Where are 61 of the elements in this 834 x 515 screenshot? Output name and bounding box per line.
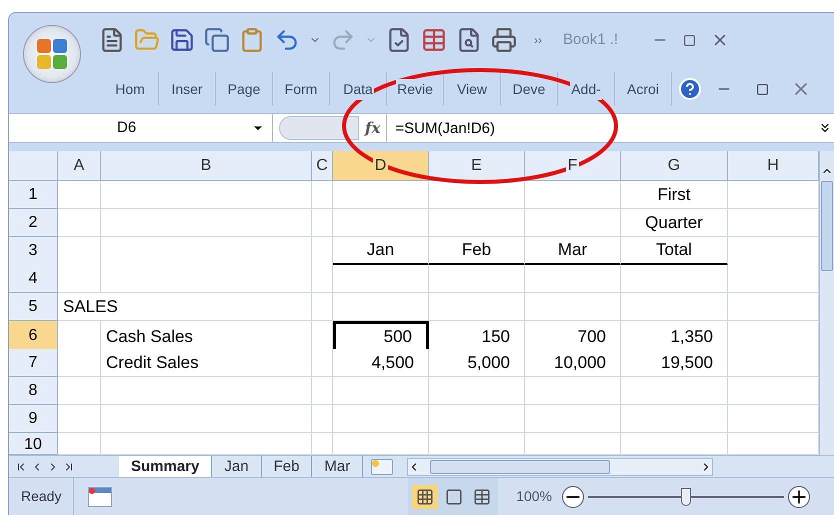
column-header[interactable]: E (429, 151, 525, 181)
insert-function-button[interactable]: fx (359, 116, 386, 140)
column-header[interactable]: F (525, 151, 621, 181)
zoom-out-icon[interactable] (562, 486, 584, 508)
status-text: Ready (9, 478, 74, 515)
scroll-thumb[interactable] (821, 181, 833, 271)
first-sheet-icon[interactable] (15, 460, 27, 472)
divider-handle[interactable] (279, 116, 359, 140)
sheet-tab[interactable]: Jan (212, 456, 262, 478)
table-cell: Jan (333, 237, 429, 266)
table-cell: Credit Sales (101, 349, 312, 377)
vertical-scrollbar[interactable] (819, 151, 834, 455)
overflow-button[interactable]: ›› (534, 31, 542, 49)
window-title: Book1 .! (563, 30, 620, 50)
copy-icon[interactable] (204, 27, 230, 53)
row-header[interactable]: 9 (9, 405, 58, 433)
column-header[interactable]: C (312, 151, 333, 181)
macro-record-icon[interactable] (88, 486, 112, 506)
row-header[interactable]: 4 (9, 265, 58, 293)
row-header[interactable]: 8 (9, 377, 58, 405)
table-icon[interactable] (421, 27, 447, 53)
column-header[interactable]: G (621, 151, 728, 181)
help-icon[interactable] (678, 77, 702, 101)
column-header[interactable]: D (333, 151, 429, 181)
table-cell: 5,000 (429, 349, 525, 377)
horizontal-scrollbar[interactable] (407, 458, 714, 476)
scroll-thumb[interactable] (430, 460, 610, 474)
name-box[interactable]: D6 (9, 114, 273, 142)
table-cell: 10,000 (525, 349, 621, 377)
table-cell: Quarter (621, 209, 728, 237)
column-header[interactable]: H (728, 151, 819, 181)
maximize-icon[interactable] (683, 34, 696, 46)
zoom-level[interactable]: 100% (516, 486, 552, 507)
row-header[interactable]: 10 (9, 433, 58, 455)
row-header[interactable]: 1 (9, 181, 58, 209)
row-header[interactable]: 5 (9, 293, 58, 321)
normal-view-icon[interactable] (412, 484, 438, 508)
sheet-tab[interactable]: Summary (119, 456, 212, 478)
row-header[interactable]: 2 (9, 209, 58, 237)
zoom-in-icon[interactable] (788, 486, 810, 508)
column-header[interactable]: B (101, 151, 312, 181)
zoom-slider-track[interactable] (588, 486, 784, 506)
table-cell: Feb (429, 237, 525, 266)
table-cell: Total (621, 237, 728, 266)
last-sheet-icon[interactable] (63, 460, 75, 472)
row-header[interactable]: 7 (9, 349, 58, 377)
table-cell: Mar (525, 237, 621, 266)
printer-icon[interactable] (491, 27, 517, 53)
sheet-tab[interactable]: Mar (312, 456, 364, 478)
table-cell: 4,500 (333, 349, 429, 377)
save-icon[interactable] (169, 27, 195, 53)
table-cell: 19,500 (621, 349, 728, 377)
sheet-tab[interactable]: Feb (262, 456, 312, 478)
column-header[interactable]: A (58, 151, 101, 181)
restore-icon[interactable] (756, 82, 769, 96)
table-cell: First (621, 181, 728, 209)
logo-icon (37, 39, 67, 69)
table-cell: SALES (58, 293, 312, 321)
formula-field[interactable]: =SUM(Jan!D6) (386, 114, 818, 142)
zoom-slider-thumb[interactable] (681, 488, 691, 506)
row-header[interactable]: 3 (9, 237, 58, 266)
